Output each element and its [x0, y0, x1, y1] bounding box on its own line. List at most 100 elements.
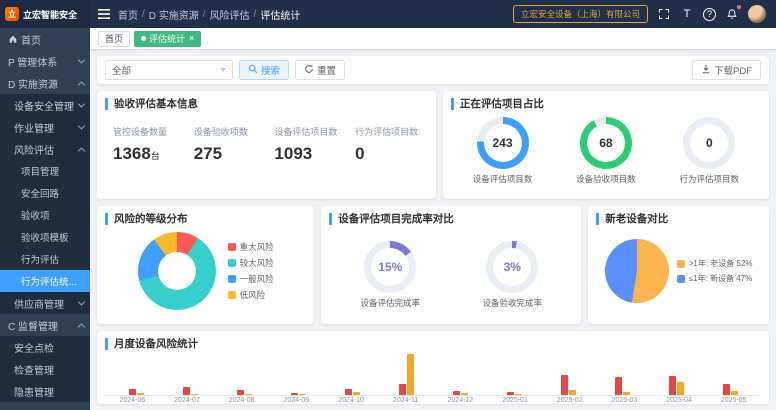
user-avatar[interactable]: [748, 5, 766, 23]
fullscreen-icon[interactable]: [657, 6, 671, 22]
progress-block: 243设备评估项目数: [473, 117, 533, 185]
stat-assessment-projects: 设备评估项目数 1093: [266, 125, 347, 164]
bar-重大风险[interactable]: [561, 375, 568, 395]
completion-value: 3%: [493, 248, 531, 286]
tab-0[interactable]: 首页: [98, 31, 130, 47]
bar-group-8: [561, 375, 576, 395]
sidebar-item-9[interactable]: 验收项模板: [0, 226, 90, 248]
bar-重大风险[interactable]: [453, 391, 460, 395]
bar-较大风险[interactable]: [137, 393, 144, 395]
completion-label: 设备评估完成率: [361, 297, 421, 309]
bar-较大风险[interactable]: [353, 392, 360, 395]
bar-重大风险[interactable]: [507, 392, 514, 395]
notifications-bell-icon[interactable]: [725, 6, 739, 22]
chevron-down-icon: [78, 56, 85, 63]
sidebar-item-10[interactable]: 行为评估: [0, 248, 90, 270]
download-icon: [701, 64, 711, 77]
sidebar-item-15[interactable]: 检查管理: [0, 358, 90, 380]
sidebar-item-12[interactable]: 供应商管理: [0, 292, 90, 314]
close-icon[interactable]: ×: [189, 34, 194, 43]
bar-较大风险[interactable]: [677, 382, 684, 395]
sidebar-item-13[interactable]: C 监督管理: [0, 314, 90, 336]
bar-重大风险[interactable]: [129, 389, 136, 395]
chevron-up-icon: [78, 147, 85, 154]
chevron-down-icon: [220, 68, 226, 72]
sidebar-item-16[interactable]: 隐患管理: [0, 380, 90, 402]
sidebar-item-label: 行为评估: [21, 252, 84, 266]
download-pdf-button[interactable]: 下载PDF: [692, 60, 761, 80]
bar-较大风险[interactable]: [407, 354, 414, 395]
sidebar-item-2[interactable]: D 实施资源: [0, 72, 90, 94]
sidebar-item-8[interactable]: 验收项: [0, 204, 90, 226]
bar-重大风险[interactable]: [291, 393, 298, 395]
monthly-title: 月度设备风险统计: [105, 338, 761, 350]
bar-较大风险[interactable]: [623, 392, 630, 395]
bar-较大风险[interactable]: [461, 393, 468, 395]
bar-重大风险[interactable]: [615, 377, 622, 395]
charts-row-section: 风险的等级分布 重大风险较大风险一般风险低风险 设备评估项目完成率对比 15%设…: [97, 206, 769, 324]
main-area: 首页评估统计× 全部 搜索 重置: [90, 28, 776, 410]
stat-label: 行为评估项目数: [355, 125, 428, 138]
stat-number: 275: [194, 144, 222, 163]
sidebar-item-5[interactable]: 风险评估: [0, 138, 90, 160]
new-old-legend: >1年: 老设备 52%≤1年: 新设备 47%: [677, 258, 753, 284]
bar-重大风险[interactable]: [345, 389, 352, 395]
legend-swatch: [228, 259, 236, 267]
notification-badge: [736, 4, 742, 10]
breadcrumb-separator: /: [142, 9, 145, 20]
sidebar-item-7[interactable]: 安全回路: [0, 182, 90, 204]
bar-较大风险[interactable]: [299, 394, 306, 395]
reset-button[interactable]: 重置: [295, 60, 345, 80]
new-old-pie-chart: [605, 239, 669, 303]
sidebar-item-label: 风险评估: [14, 142, 77, 157]
sidebar-item-label: 隐患管理: [14, 384, 84, 399]
breadcrumb-item-home[interactable]: 首页: [118, 7, 138, 22]
font-size-icon[interactable]: T: [680, 6, 694, 22]
bar-重大风险[interactable]: [669, 376, 676, 395]
completion-ring: 3%: [486, 241, 538, 293]
bar-较大风险[interactable]: [191, 394, 198, 395]
sidebar-item-3[interactable]: 设备安全管理: [0, 94, 90, 116]
bar-重大风险[interactable]: [723, 384, 730, 395]
sidebar-item-0[interactable]: 首页: [0, 28, 90, 50]
risk-donut-chart: [138, 232, 216, 310]
help-icon[interactable]: ?: [703, 8, 716, 21]
stat-acceptance-items: 设备验收项数 275: [186, 125, 267, 164]
legend-item: ≤1年: 新设备 47%: [677, 273, 753, 284]
x-axis-label: 2025-02: [542, 397, 597, 404]
filter-select-value: 全部: [112, 63, 131, 77]
bar-较大风险[interactable]: [245, 394, 252, 395]
search-button[interactable]: 搜索: [239, 60, 289, 80]
breadcrumb-item-resources[interactable]: D 实施资源: [149, 7, 199, 22]
sidebar-item-6[interactable]: 项目管理: [0, 160, 90, 182]
sidebar-item-11[interactable]: 行为评估统...: [0, 270, 90, 292]
filter-select[interactable]: 全部: [105, 60, 233, 80]
company-button[interactable]: 立宏安全设备（上海）有限公司: [513, 5, 648, 23]
legend-label: 低风险: [240, 289, 266, 301]
tab-1[interactable]: 评估统计×: [134, 31, 201, 47]
sidebar-collapse-icon[interactable]: [90, 9, 118, 19]
sidebar-item-4[interactable]: 作业管理: [0, 116, 90, 138]
x-axis-label: 2024-10: [324, 397, 379, 404]
bar-重大风险[interactable]: [399, 384, 406, 395]
sidebar-item-14[interactable]: 安全点检: [0, 336, 90, 358]
bar-重大风险[interactable]: [237, 390, 244, 395]
legend-swatch: [228, 275, 236, 283]
bar-较大风险[interactable]: [515, 394, 522, 395]
sidebar-item-label: C 监督管理: [8, 318, 77, 333]
stat-value: 1093: [274, 144, 347, 164]
download-pdf-label: 下载PDF: [714, 63, 752, 77]
stat-behavior-projects: 行为评估项目数 0: [347, 125, 428, 164]
bar-较大风险[interactable]: [569, 390, 576, 395]
completion-block: 15%设备评估完成率: [361, 241, 421, 309]
progress-ring: 0: [683, 117, 735, 169]
progress-ring: 68: [580, 117, 632, 169]
completion-rate-card: 设备评估项目完成率对比 15%设备评估完成率3%设备验收完成率: [321, 206, 581, 324]
breadcrumb-item-risk[interactable]: 风险评估: [210, 7, 250, 22]
sidebar-item-1[interactable]: P 管理体系: [0, 50, 90, 72]
in-progress-title: 正在评估项目占比: [451, 98, 761, 110]
stat-value: 275: [194, 144, 267, 164]
new-old-title: 新老设备对比: [596, 213, 761, 225]
bar-重大风险[interactable]: [183, 387, 190, 395]
bar-较大风险[interactable]: [731, 391, 738, 395]
